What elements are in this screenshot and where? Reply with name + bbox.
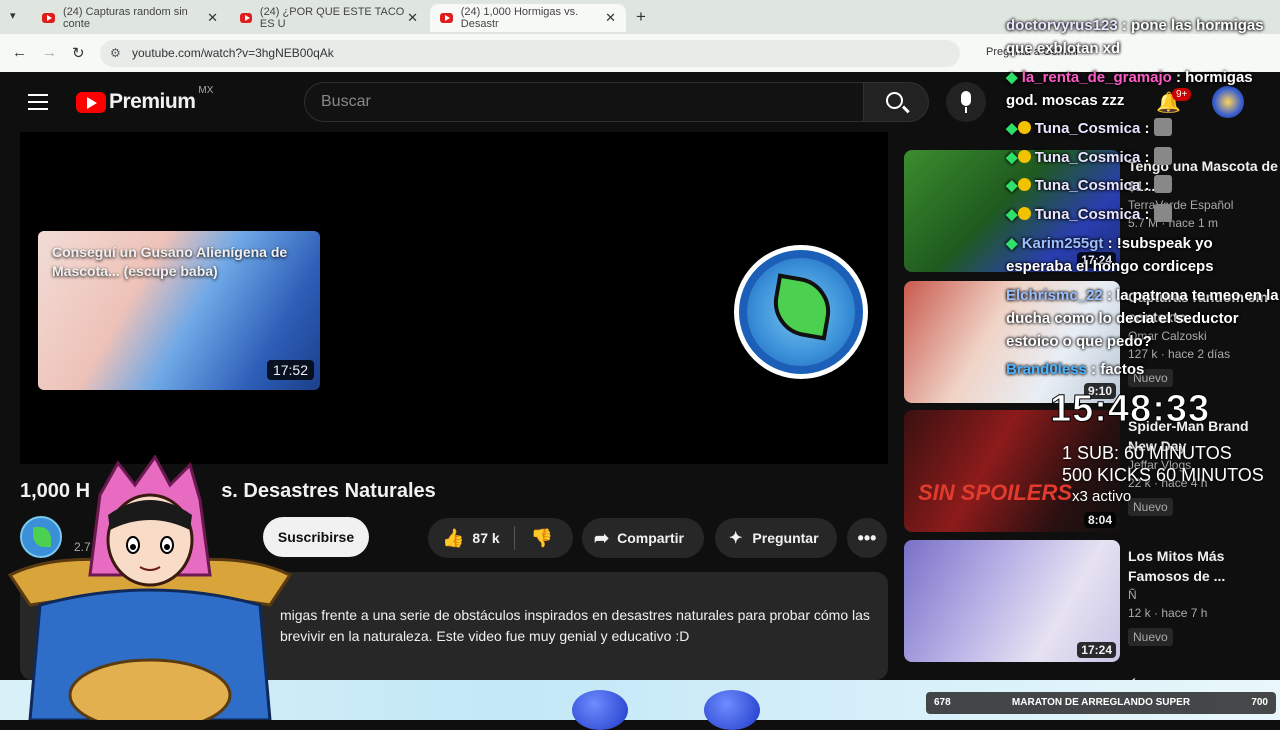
ask-button[interactable]: ✦ Preguntar: [715, 518, 837, 558]
description-line: migas frente a una serie de obstáculos i…: [280, 607, 870, 623]
youtube-play-icon: [76, 91, 106, 113]
diamond-icon: ◆: [1006, 69, 1018, 86]
coin-icon: [1017, 121, 1031, 134]
url-bar[interactable]: ⚙ youtube.com/watch?v=3hgNEB00qAk: [100, 40, 960, 67]
chat-message: ◆ Tuna_Cosmica :: [1006, 174, 1280, 197]
youtube-logo[interactable]: Premium MX: [76, 85, 213, 114]
emote-icon: [1153, 175, 1172, 193]
emote-icon: [1153, 204, 1172, 222]
share-button[interactable]: ➦ Compartir: [582, 518, 704, 558]
chat-message: doctorvyrus123 : pone las hormigas que e…: [1006, 17, 1264, 57]
description-line: brevivir en la naturaleza. Este video fu…: [280, 628, 690, 644]
new-badge: Nuevo: [1128, 628, 1173, 646]
sparkle-icon: ✦: [729, 530, 743, 547]
chat-message: ◆ Tuna_Cosmica :: [1006, 146, 1280, 169]
diamond-icon: ◆: [1006, 206, 1018, 223]
like-dislike-group: 👍 87 k 👎: [428, 518, 573, 558]
voice-search-button[interactable]: [946, 82, 986, 122]
close-tab-icon[interactable]: ✕: [207, 10, 218, 26]
tab-taco[interactable]: (24) ¿POR QUE ESTE TACO ES U ✕: [230, 4, 428, 32]
tab-hormigas[interactable]: (24) 1,000 Hormigas vs. Desastr ✕: [430, 4, 626, 32]
vtuber-avatar: [7, 455, 293, 720]
site-settings-icon[interactable]: ⚙: [110, 40, 121, 67]
youtube-favicon-icon: [440, 13, 453, 23]
endcard-channel-badge[interactable]: [734, 245, 868, 379]
recommendation-item[interactable]: 17:24 Los Mitos Más Famosos de ... Ñ 12 …: [904, 540, 1280, 664]
more-actions-button[interactable]: •••: [847, 518, 887, 558]
like-count[interactable]: 87 k: [472, 530, 499, 546]
chat-message: Brand0less : factos: [1006, 361, 1145, 378]
back-icon[interactable]: ←: [12, 44, 27, 61]
close-tab-icon[interactable]: ✕: [605, 10, 616, 26]
diamond-icon: ◆: [1006, 120, 1018, 137]
new-tab-icon[interactable]: +: [636, 7, 646, 27]
stream-chat-overlay: doctorvyrus123 : pone las hormigas que e…: [1006, 0, 1280, 390]
diamond-icon: ◆: [1006, 235, 1018, 252]
emote-icon: [1153, 147, 1172, 165]
coin-icon: [1017, 178, 1031, 191]
like-icon[interactable]: 👍: [442, 528, 464, 549]
tab-capturas[interactable]: (24) Capturas random sin conte ✕: [32, 4, 228, 32]
endcard-duration: 17:52: [266, 360, 314, 380]
chat-message: ◆ Karim255gt : !subspeak yo esperaba el …: [1006, 235, 1214, 275]
coin-icon: [1017, 150, 1031, 163]
youtube-favicon-icon: [240, 13, 252, 23]
diamond-icon: ◆: [1006, 177, 1018, 194]
tab-list-chevron-icon[interactable]: ▾: [10, 9, 16, 22]
search-input[interactable]: Buscar: [304, 82, 864, 122]
chat-message: ◆ la_renta_de_gramajo : hormigas god. mo…: [1006, 69, 1253, 109]
endcard-title: Conseguí un Gusano Alienígena de Mascota…: [52, 244, 288, 279]
mic-icon: [961, 91, 971, 106]
reload-icon[interactable]: ↻: [72, 44, 85, 62]
decorative-orb: [704, 690, 760, 730]
diamond-icon: ◆: [1006, 149, 1018, 166]
close-tab-icon[interactable]: ✕: [407, 10, 418, 26]
decorative-orb: [572, 690, 628, 730]
forward-icon[interactable]: →: [42, 44, 57, 61]
emote-icon: [1153, 118, 1172, 136]
more-icon: •••: [857, 527, 877, 548]
chat-message: Elchrismc_22 : la patrona te meo en la d…: [1006, 287, 1279, 350]
search-icon: [886, 92, 903, 109]
endcard-video[interactable]: Conseguí un Gusano Alienígena de Mascota…: [38, 231, 320, 390]
marathon-progress-bar: 678 MARATON DE ARREGLANDO SUPER 700: [926, 692, 1276, 714]
search-button[interactable]: [863, 82, 929, 122]
stream-clock: 15:48:33: [1049, 388, 1211, 431]
stream-timers: 1 SUB: 60 MINUTOS 500 KICKS 60 MINUTOS x…: [1062, 443, 1264, 505]
share-icon: ➦: [594, 527, 610, 548]
youtube-favicon-icon: [42, 13, 56, 23]
video-thumbnail[interactable]: 17:24: [904, 540, 1120, 662]
chat-message: ◆ Tuna_Cosmica :: [1006, 203, 1280, 226]
chat-message: ◆ Tuna_Cosmica :: [1006, 117, 1280, 140]
menu-icon[interactable]: [28, 94, 48, 110]
coin-icon: [1017, 207, 1031, 220]
dislike-icon[interactable]: 👎: [531, 528, 553, 549]
recommendation-item[interactable]: Último en Salir de: [904, 670, 1280, 694]
